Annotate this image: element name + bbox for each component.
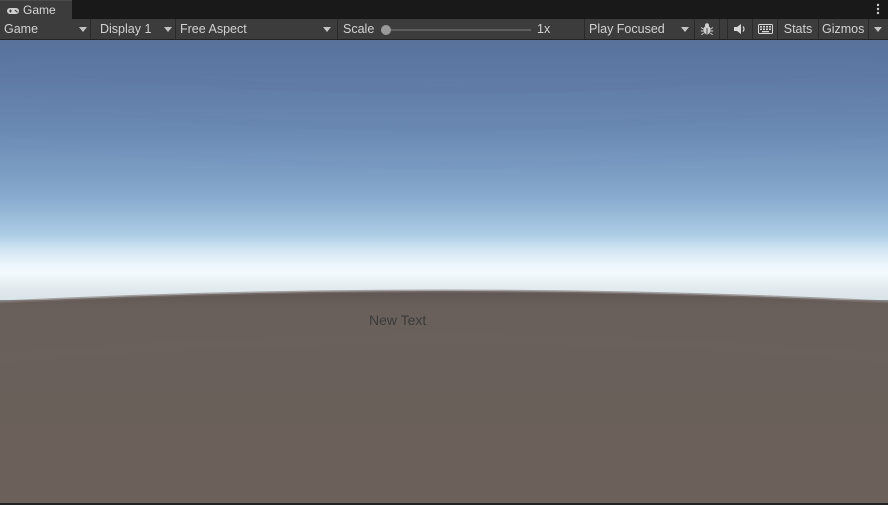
chevron-down-icon [681,27,689,32]
view-mode-label: Game [4,22,39,36]
gizmos-button[interactable]: Gizmos [819,19,869,39]
keyboard-icon [757,24,773,34]
chevron-down-icon [874,27,882,32]
keyboard-shortcuts-button[interactable] [753,19,778,39]
game-window: Game Game Display 1 Free Aspect Scale 1x [0,0,888,505]
more-options-icon[interactable] [876,3,880,15]
game-viewport[interactable]: New Text [0,40,888,503]
tab-game[interactable]: Game [0,0,72,19]
bug-icon [700,22,714,36]
gizmos-label: Gizmos [822,22,865,36]
scale-slider-thumb[interactable] [381,25,391,35]
speaker-icon [733,23,747,35]
stats-label: Stats [783,22,813,36]
scale-label: Scale [343,22,375,36]
debug-button[interactable] [695,19,720,39]
tab-strip: Game [0,0,888,19]
stats-button[interactable]: Stats [778,19,819,39]
tab-game-label: Game [23,3,56,17]
aspect-dropdown[interactable]: Free Aspect [176,19,338,39]
game-ui-text: New Text [369,312,427,328]
play-mode-dropdown[interactable]: Play Focused [585,19,695,39]
view-mode-dropdown[interactable]: Game [0,19,91,39]
mute-audio-button[interactable] [728,19,753,39]
gizmos-dropdown[interactable] [869,19,888,39]
play-mode-label: Play Focused [589,22,665,36]
display-label: Display 1 [100,22,152,36]
chevron-down-icon [323,27,331,32]
chevron-down-icon [79,27,87,32]
gamepad-icon [6,5,20,15]
skybox-render [0,40,888,503]
chevron-down-icon [164,27,172,32]
toolbar-separator [720,19,728,39]
aspect-label: Free Aspect [180,22,247,36]
display-dropdown[interactable]: Display 1 [91,19,176,39]
scale-value: 1x [537,22,551,36]
scale-slider-track[interactable] [384,29,531,31]
